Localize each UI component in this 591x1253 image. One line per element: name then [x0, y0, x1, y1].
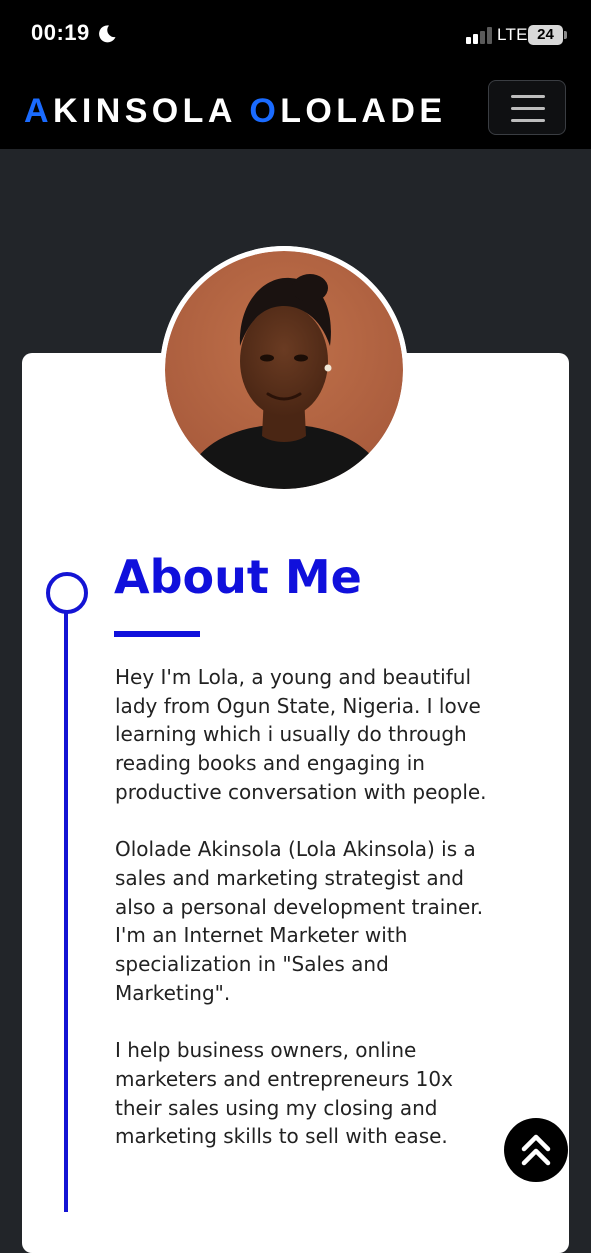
- signal-icon: [466, 27, 494, 44]
- menu-toggle-button[interactable]: [488, 80, 566, 135]
- about-paragraph: Hey I'm Lola, a young and beautiful lady…: [115, 665, 487, 804]
- scroll-to-top-button[interactable]: [504, 1118, 568, 1182]
- status-bar: 00:19 LTE 24: [0, 0, 591, 72]
- site-header: AKINSOLA OLOLADE: [0, 72, 591, 149]
- brand-last-initial: O: [249, 92, 281, 130]
- battery-level: 24: [537, 26, 554, 43]
- about-paragraph: Ololade Akinsola (Lola Akinsola) is a sa…: [115, 837, 484, 1005]
- timeline-marker: [46, 572, 88, 614]
- moon-icon: [97, 24, 117, 44]
- about-text: Hey I'm Lola, a young and beautiful lady…: [115, 663, 495, 1180]
- timeline-line: [64, 612, 68, 1212]
- brand-last-rest: LOLADE: [280, 92, 447, 130]
- title-underline: [114, 631, 200, 637]
- brand-logo[interactable]: AKINSOLA OLOLADE: [24, 92, 446, 131]
- network-label: LTE: [497, 25, 528, 44]
- battery-nub: [564, 31, 567, 39]
- brand-first-initial: A: [24, 92, 53, 130]
- section-title: About Me: [114, 550, 362, 604]
- double-chevron-up-icon: [521, 1134, 551, 1166]
- profile-photo: [160, 246, 408, 494]
- status-time: 00:19: [31, 20, 90, 45]
- battery-icon: 24: [528, 25, 563, 45]
- brand-first-rest: KINSOLA: [52, 92, 236, 130]
- about-paragraph: I help business owners, online marketers…: [115, 1038, 453, 1149]
